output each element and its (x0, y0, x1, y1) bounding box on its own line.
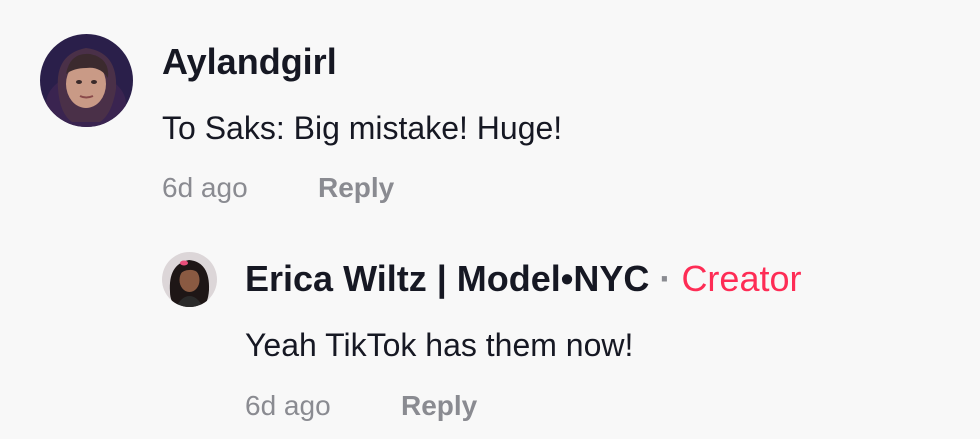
avatar-image (162, 252, 217, 307)
reply-username-line: Erica Wiltz | Model•NYC · Creator (245, 258, 801, 300)
reply-button[interactable]: Reply (401, 390, 477, 422)
avatar-image (40, 34, 133, 127)
avatar[interactable] (162, 252, 217, 307)
avatar[interactable] (40, 34, 133, 127)
reply-button[interactable]: Reply (318, 172, 394, 204)
reply-text: Yeah TikTok has them now! (245, 327, 634, 363)
comment-username[interactable]: Aylandgirl (162, 41, 337, 83)
comment-text: To Saks: Big mistake! Huge! (162, 110, 563, 146)
reply-timestamp: 6d ago (245, 390, 331, 421)
username-separator: · (659, 258, 672, 299)
creator-badge: Creator (681, 258, 802, 299)
comment-timestamp: 6d ago (162, 172, 248, 203)
reply-username[interactable]: Erica Wiltz | Model•NYC (245, 258, 649, 299)
